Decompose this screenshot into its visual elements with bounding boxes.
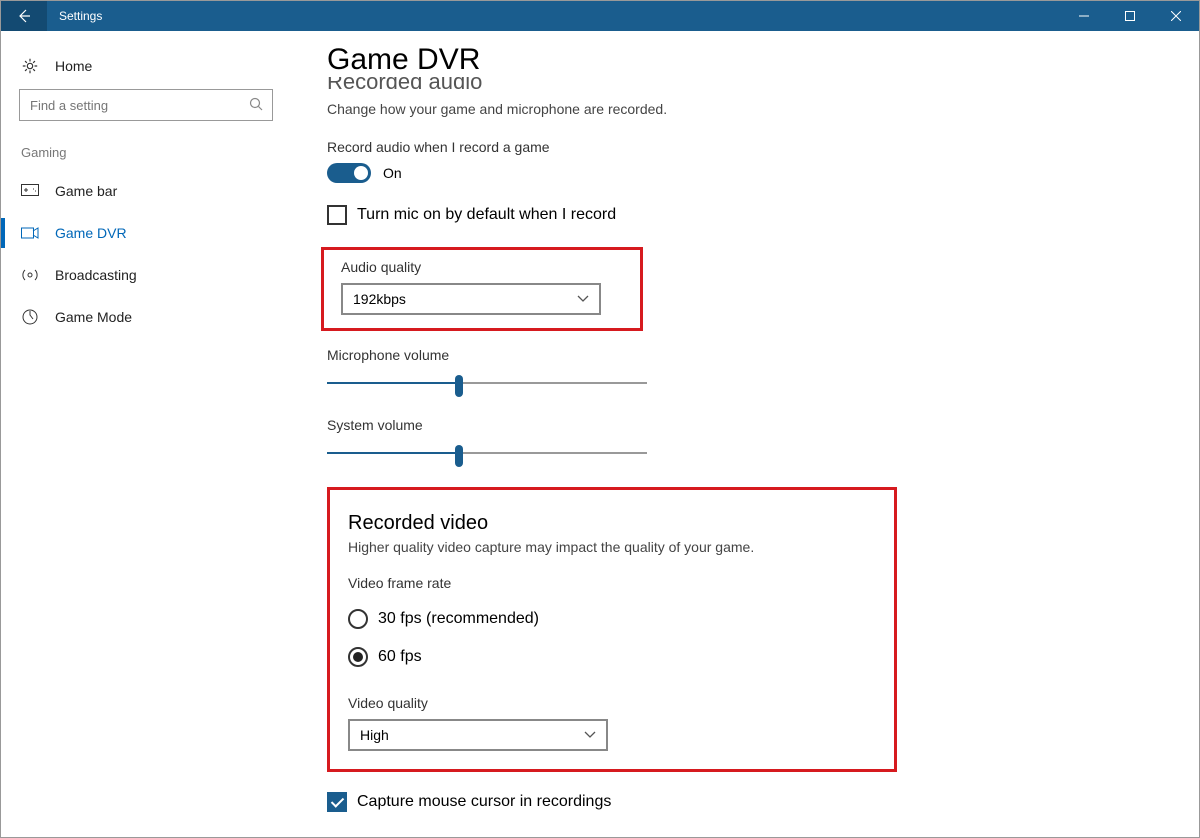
close-button[interactable] <box>1153 1 1199 31</box>
cursor-capture-checkbox[interactable] <box>327 792 347 812</box>
sidebar: Home Gaming Game bar Game DVR Broadcasti… <box>1 31 291 837</box>
sidebar-item-game-mode[interactable]: Game Mode <box>1 296 291 338</box>
sidebar-item-label: Broadcasting <box>55 267 137 283</box>
broadcast-icon <box>21 267 39 283</box>
mic-default-checkbox[interactable] <box>327 205 347 225</box>
maximize-icon <box>1125 11 1135 21</box>
video-quality-label: Video quality <box>348 695 876 711</box>
radio-60fps[interactable]: 60 fps <box>348 647 876 667</box>
highlight-recorded-video: Recorded video Higher quality video capt… <box>327 487 897 772</box>
record-audio-toggle[interactable] <box>327 163 371 183</box>
gear-icon <box>21 57 39 75</box>
mic-volume-slider[interactable] <box>327 371 647 395</box>
page-title: Game DVR <box>327 43 1159 77</box>
back-button[interactable] <box>1 1 47 31</box>
sidebar-item-game-dvr[interactable]: Game DVR <box>1 212 291 254</box>
maximize-button[interactable] <box>1107 1 1153 31</box>
audio-quality-label: Audio quality <box>341 259 623 275</box>
search-input[interactable] <box>19 89 273 121</box>
system-volume-slider[interactable] <box>327 441 647 465</box>
minimize-button[interactable] <box>1061 1 1107 31</box>
back-arrow-icon <box>16 8 32 24</box>
mic-default-label: Turn mic on by default when I record <box>357 206 616 224</box>
video-quality-value: High <box>360 727 389 743</box>
radio-icon <box>348 647 368 667</box>
search-box[interactable] <box>19 89 273 121</box>
window-title: Settings <box>47 9 1061 23</box>
content-pane: Game DVR Recorded audio Change how your … <box>291 31 1199 837</box>
toggle-state-label: On <box>383 165 402 181</box>
search-icon <box>249 97 263 116</box>
radio-30fps[interactable]: 30 fps (recommended) <box>348 609 876 629</box>
audio-quality-group: Audio quality 192kbps <box>327 251 637 329</box>
radio-icon <box>348 609 368 629</box>
titlebar: Settings <box>1 1 1199 31</box>
video-quality-dropdown[interactable]: High <box>348 719 608 751</box>
sidebar-item-label: Game Mode <box>55 309 132 325</box>
sidebar-category: Gaming <box>1 145 291 170</box>
gamemode-icon <box>21 308 39 326</box>
gamebar-icon <box>21 184 39 198</box>
chevron-down-icon <box>584 731 596 739</box>
sidebar-item-label: Game DVR <box>55 225 127 241</box>
audio-quality-value: 192kbps <box>353 291 406 307</box>
system-volume-label: System volume <box>327 417 1159 433</box>
cursor-capture-label: Capture mouse cursor in recordings <box>357 793 611 811</box>
section-video-title: Recorded video <box>348 512 876 535</box>
section-audio-desc: Change how your game and microphone are … <box>327 101 1159 117</box>
sidebar-item-label: Game bar <box>55 183 117 199</box>
mic-volume-label: Microphone volume <box>327 347 1159 363</box>
audio-quality-dropdown[interactable]: 192kbps <box>341 283 601 315</box>
section-video-desc: Higher quality video capture may impact … <box>348 539 876 555</box>
sidebar-item-broadcasting[interactable]: Broadcasting <box>1 254 291 296</box>
dvr-icon <box>21 226 39 240</box>
frame-rate-label: Video frame rate <box>348 575 876 591</box>
radio-label: 30 fps (recommended) <box>378 610 539 628</box>
sidebar-item-game-bar[interactable]: Game bar <box>1 170 291 212</box>
section-audio-title: Recorded audio <box>327 77 1159 95</box>
record-audio-label: Record audio when I record a game <box>327 139 1159 155</box>
close-icon <box>1171 11 1181 21</box>
chevron-down-icon <box>577 295 589 303</box>
radio-label: 60 fps <box>378 648 422 666</box>
minimize-icon <box>1079 11 1089 21</box>
sidebar-home-label: Home <box>55 58 92 74</box>
sidebar-home[interactable]: Home <box>1 49 291 89</box>
